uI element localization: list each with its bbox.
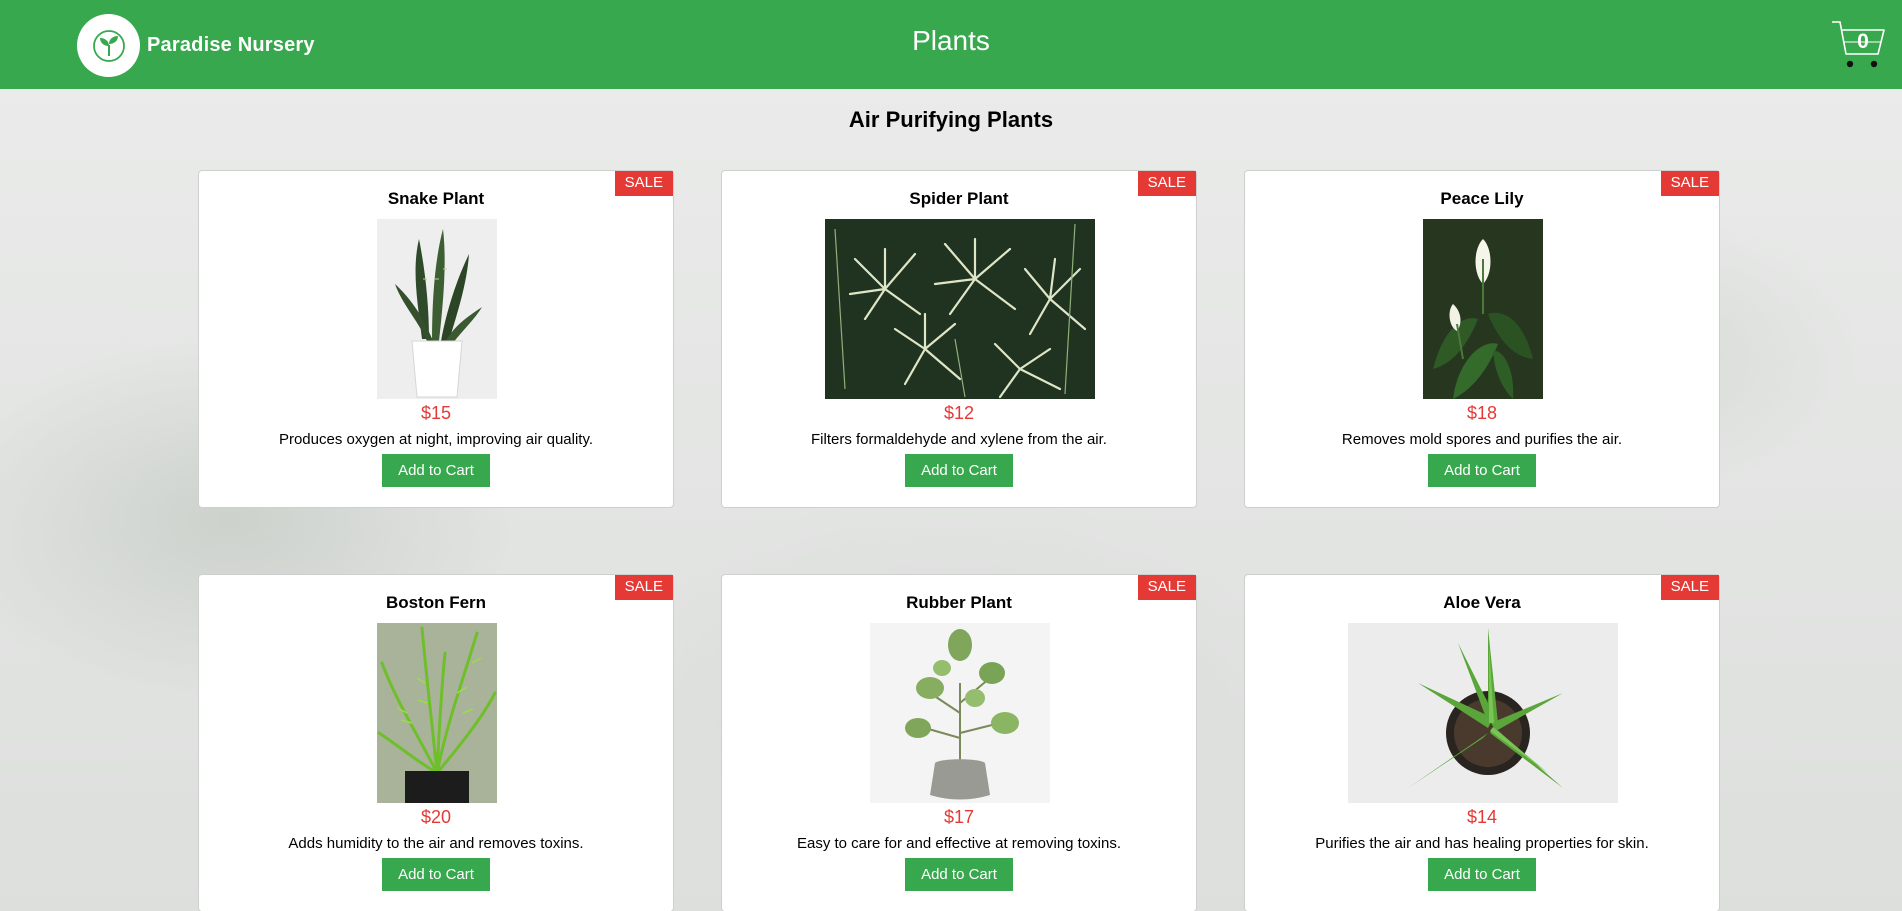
- brand-name: Paradise Nursery: [147, 34, 315, 56]
- plant-description: Filters formaldehyde and xylene from the…: [811, 431, 1107, 448]
- boston-fern-image: [377, 623, 497, 803]
- peace-lily-image: [1423, 219, 1543, 399]
- plant-card: SALE Aloe Vera $14 Purifies the air and …: [1244, 574, 1720, 911]
- logo: [77, 14, 140, 77]
- snake-plant-image: [377, 219, 497, 399]
- sprout-icon: [92, 29, 125, 62]
- cart-button[interactable]: 0: [1830, 18, 1886, 72]
- plant-card: SALE Boston Fern $20 Adds humidity to th…: [198, 574, 674, 911]
- plant-name: Spider Plant: [909, 189, 1009, 208]
- add-to-cart-button[interactable]: Add to Cart: [382, 454, 490, 487]
- plant-price: $20: [420, 807, 452, 827]
- aloe-vera-image: [1348, 623, 1618, 803]
- add-to-cart-button[interactable]: Add to Cart: [1428, 454, 1536, 487]
- plant-price: $17: [943, 807, 975, 827]
- plant-card: SALE Peace Lily $18 Removes mold spores …: [1244, 170, 1720, 508]
- plant-description: Easy to care for and effective at removi…: [796, 835, 1122, 852]
- navbar: Paradise Nursery Plants 0: [0, 0, 1902, 89]
- cart-count: 0: [1857, 30, 1869, 53]
- plant-name: Rubber Plant: [906, 593, 1012, 612]
- plant-name: Peace Lily: [1440, 189, 1524, 208]
- plant-price: $15: [420, 403, 452, 423]
- plant-card: SALE Rubber Plant $17 Easy to care for a…: [721, 574, 1197, 911]
- plant-description: Produces oxygen at night, improving air …: [278, 431, 594, 448]
- spider-plant-image: [825, 219, 1095, 399]
- plant-description: Purifies the air and has healing propert…: [1315, 835, 1649, 852]
- plant-price: $18: [1466, 403, 1498, 423]
- plant-price: $12: [943, 403, 975, 423]
- add-to-cart-button[interactable]: Add to Cart: [1428, 858, 1536, 891]
- plant-card: SALE Snake Plant $15 Produces oxygen at …: [198, 170, 674, 508]
- section-heading: Air Purifying Plants: [848, 107, 1054, 132]
- rubber-plant-image: [870, 623, 1050, 803]
- add-to-cart-button[interactable]: Add to Cart: [905, 858, 1013, 891]
- add-to-cart-button[interactable]: Add to Cart: [382, 858, 490, 891]
- plant-name: Snake Plant: [387, 189, 485, 208]
- plant-description: Adds humidity to the air and removes tox…: [288, 835, 584, 852]
- plant-name: Aloe Vera: [1443, 593, 1521, 612]
- plant-card: SALE Spider Plant $12 Filters formaldehy…: [721, 170, 1197, 508]
- plant-price: $14: [1466, 807, 1498, 827]
- plant-description: Removes mold spores and purifies the air…: [1341, 431, 1623, 448]
- brand-link[interactable]: Paradise Nursery: [77, 14, 315, 77]
- add-to-cart-button[interactable]: Add to Cart: [905, 454, 1013, 487]
- plant-name: Boston Fern: [385, 593, 487, 612]
- nav-plants-link[interactable]: Plants: [912, 25, 990, 56]
